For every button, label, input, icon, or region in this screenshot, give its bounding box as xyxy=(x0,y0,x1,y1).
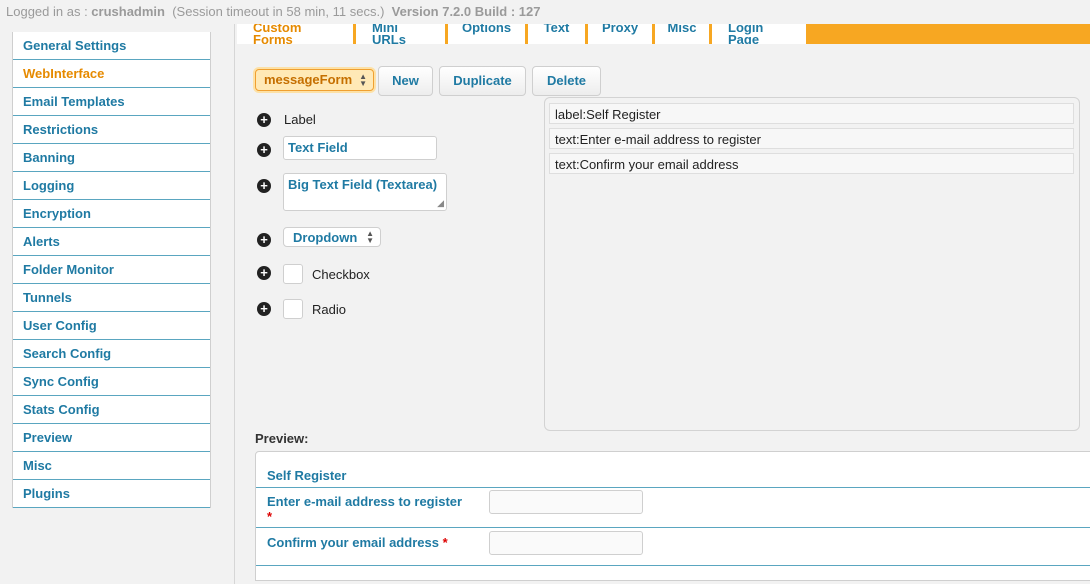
palette-textarea[interactable]: Big Text Field (Textarea) ◢ xyxy=(283,173,447,211)
session-timeout: (Session timeout in 58 min, 11 secs.) xyxy=(172,4,385,19)
tab-label: Login Page xyxy=(728,24,764,44)
preview-field-label: Enter e-mail address to register * xyxy=(267,494,462,524)
sidebar-item-stats-config[interactable]: Stats Config xyxy=(13,396,210,424)
tab-label: Options xyxy=(461,24,512,35)
preview-divider xyxy=(256,487,1090,488)
preview-heading: Self Register xyxy=(267,468,347,483)
sidebar-item-plugins[interactable]: Plugins xyxy=(13,480,210,508)
required-marker: * xyxy=(442,535,448,550)
add-label-icon[interactable]: + xyxy=(257,113,271,127)
preview-confirm-input[interactable] xyxy=(489,531,643,555)
sidebar-item-misc[interactable]: Misc xyxy=(13,452,210,480)
new-button[interactable]: New xyxy=(378,66,433,96)
preview-field-label-text: Enter e-mail address to register xyxy=(267,494,463,509)
form-selector-value: messageForm xyxy=(264,72,353,87)
palette-text-field[interactable]: Text Field xyxy=(283,136,437,160)
preview-field-label-text: Confirm your email address xyxy=(267,535,439,550)
form-selector[interactable]: messageForm ▲ ▼ xyxy=(255,69,374,91)
add-radio-icon[interactable]: + xyxy=(257,302,271,316)
palette-checkbox-label: Checkbox xyxy=(312,267,370,282)
sidebar-item-preview[interactable]: Preview xyxy=(13,424,210,452)
tab-custom-forms[interactable]: Custom Forms xyxy=(237,24,356,44)
form-field-item[interactable]: label:Self Register xyxy=(549,103,1074,124)
tab-bar: Custom Forms Mini URLs Options Text Prox… xyxy=(237,24,1090,44)
tab-options[interactable]: Options xyxy=(448,24,528,44)
required-marker: * xyxy=(267,509,273,524)
tab-label: Proxy xyxy=(601,24,639,35)
tab-proxy[interactable]: Proxy xyxy=(588,24,655,44)
sidebar-item-email-templates[interactable]: Email Templates xyxy=(13,88,210,116)
palette-radio[interactable] xyxy=(283,299,303,319)
palette-label: Label xyxy=(284,112,316,127)
tab-mini-urls[interactable]: Mini URLs xyxy=(356,24,448,44)
preview-title: Preview: xyxy=(255,431,309,446)
sidebar-item-general-settings[interactable]: General Settings xyxy=(13,32,210,60)
sidebar-item-search-config[interactable]: Search Config xyxy=(13,340,210,368)
sidebar-item-sync-config[interactable]: Sync Config xyxy=(13,368,210,396)
sidebar-item-banning[interactable]: Banning xyxy=(13,144,210,172)
select-arrows-icon: ▲ ▼ xyxy=(359,72,367,88)
tab-label: Misc xyxy=(667,24,697,35)
tab-login-page[interactable]: Login Page xyxy=(712,24,809,44)
palette-dropdown[interactable]: Dropdown ▲ ▼ xyxy=(283,227,381,247)
preview-divider xyxy=(256,527,1090,528)
select-arrows-icon: ▲ ▼ xyxy=(366,229,374,245)
palette-checkbox[interactable] xyxy=(283,264,303,284)
form-fields-list: label:Self Register text:Enter e-mail ad… xyxy=(544,97,1080,431)
palette-textarea-label: Big Text Field (Textarea) xyxy=(288,177,438,192)
tab-label: Text xyxy=(543,24,570,35)
tab-label: Mini URLs xyxy=(372,24,406,44)
tab-label: Custom Forms xyxy=(253,24,302,44)
form-field-item[interactable]: text:Enter e-mail address to register xyxy=(549,128,1074,149)
add-textarea-icon[interactable]: + xyxy=(257,179,271,193)
add-text-field-icon[interactable]: + xyxy=(257,143,271,157)
tab-misc[interactable]: Misc xyxy=(655,24,712,44)
logged-in-prefix: Logged in as : xyxy=(6,4,92,19)
sidebar-item-webinterface[interactable]: WebInterface xyxy=(13,60,210,88)
version-info: Version 7.2.0 Build : 127 xyxy=(391,4,541,19)
preview-email-input[interactable] xyxy=(489,490,643,514)
form-field-item[interactable]: text:Confirm your email address xyxy=(549,153,1074,174)
preview-field-label: Confirm your email address * xyxy=(267,535,448,550)
sidebar-item-folder-monitor[interactable]: Folder Monitor xyxy=(13,256,210,284)
duplicate-button[interactable]: Duplicate xyxy=(439,66,526,96)
sidebar-item-logging[interactable]: Logging xyxy=(13,172,210,200)
sidebar-item-tunnels[interactable]: Tunnels xyxy=(13,284,210,312)
tab-text[interactable]: Text xyxy=(528,24,588,44)
resize-handle-icon[interactable]: ◢ xyxy=(437,198,444,209)
username: crushadmin xyxy=(91,4,165,19)
sidebar-nav: General Settings WebInterface Email Temp… xyxy=(12,32,211,508)
sidebar-item-encryption[interactable]: Encryption xyxy=(13,200,210,228)
form-preview: Self Register Enter e-mail address to re… xyxy=(255,451,1090,581)
sidebar-item-alerts[interactable]: Alerts xyxy=(13,228,210,256)
delete-button[interactable]: Delete xyxy=(532,66,601,96)
status-bar: Logged in as : crushadmin (Session timeo… xyxy=(0,0,1090,24)
sidebar-item-user-config[interactable]: User Config xyxy=(13,312,210,340)
sidebar-item-restrictions[interactable]: Restrictions xyxy=(13,116,210,144)
add-dropdown-icon[interactable]: + xyxy=(257,233,271,247)
add-checkbox-icon[interactable]: + xyxy=(257,266,271,280)
preview-divider xyxy=(256,565,1090,566)
palette-dropdown-label: Dropdown xyxy=(293,230,358,245)
palette-radio-label: Radio xyxy=(312,302,346,317)
